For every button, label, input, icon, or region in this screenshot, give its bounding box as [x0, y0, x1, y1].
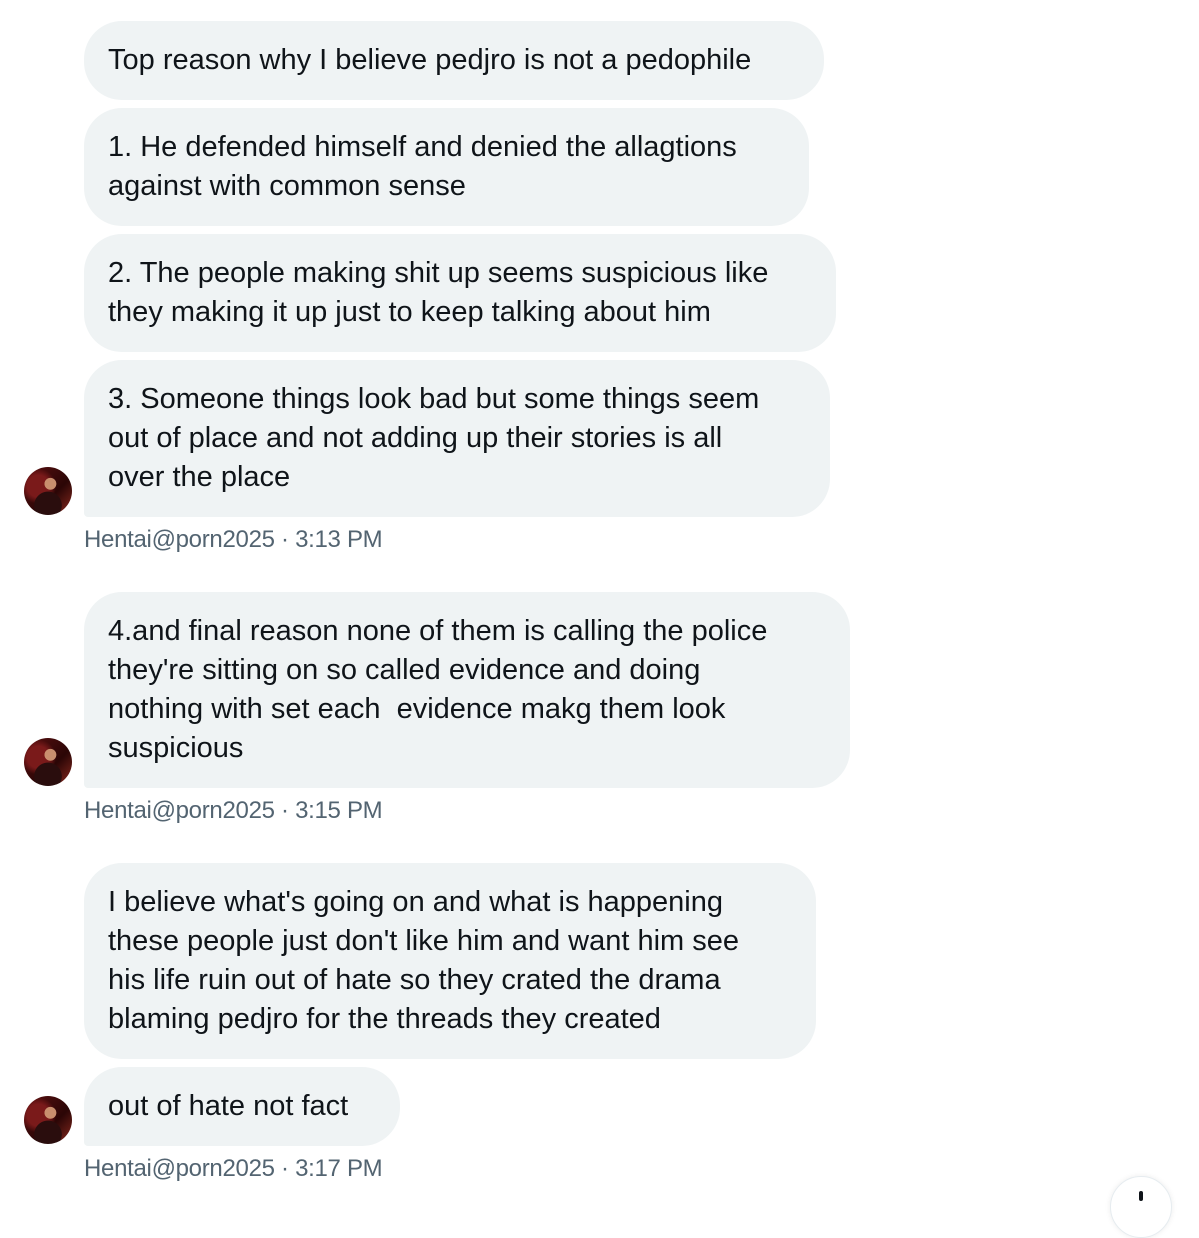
scroll-down-button[interactable] [1110, 1176, 1172, 1238]
message-bubble[interactable]: 3. Someone things look bad but some thin… [84, 360, 830, 517]
message-bubble[interactable]: 2. The people making shit up seems suspi… [84, 234, 836, 352]
message-timestamp: Hentai@porn2025 · 3:13 PM [84, 526, 383, 553]
message-bubble[interactable]: 1. He defended himself and denied the al… [84, 108, 809, 226]
arrow-down-icon [1139, 1191, 1143, 1201]
message-timestamp: Hentai@porn2025 · 3:17 PM [84, 1155, 383, 1182]
avatar[interactable] [24, 1096, 72, 1144]
message-bubble[interactable]: Top reason why I believe pedjro is not a… [84, 21, 824, 100]
avatar[interactable] [24, 467, 72, 515]
message-timestamp: Hentai@porn2025 · 3:15 PM [84, 797, 383, 824]
avatar[interactable] [24, 738, 72, 786]
message-bubble[interactable]: out of hate not fact [84, 1067, 400, 1146]
message-bubble[interactable]: I believe what's going on and what is ha… [84, 863, 816, 1059]
message-bubble[interactable]: 4.and final reason none of them is calli… [84, 592, 850, 788]
